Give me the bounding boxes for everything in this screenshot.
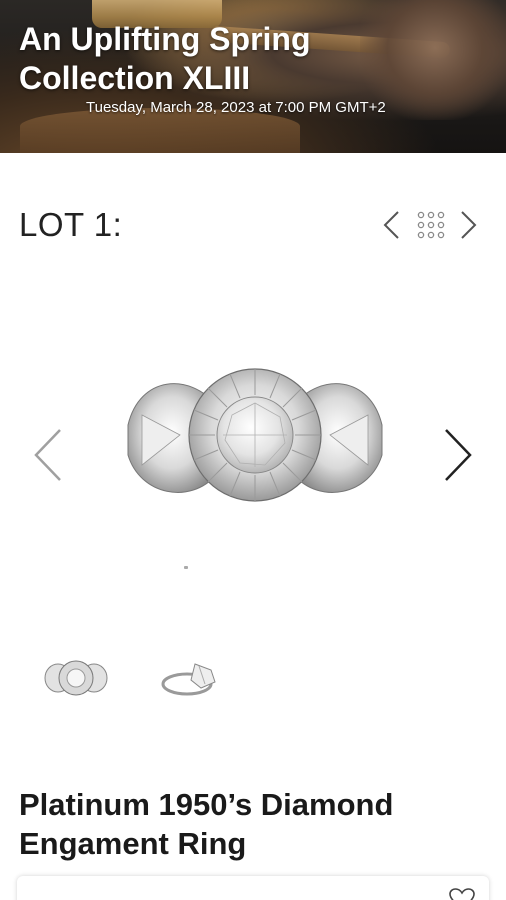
diamond-ring-image — [127, 368, 383, 502]
auction-title: An Uplifting Spring Collection XLIII — [19, 21, 311, 96]
previous-lot-button[interactable] — [380, 206, 404, 244]
previous-image-button[interactable] — [30, 425, 66, 485]
chevron-right-icon — [461, 211, 477, 239]
heart-icon — [449, 888, 475, 900]
auction-banner: An Uplifting Spring Collection XLIII Tue… — [0, 0, 506, 153]
chevron-left-icon — [34, 429, 61, 481]
thumbnail-side[interactable] — [155, 650, 235, 706]
image-indicator — [184, 566, 188, 569]
thumbnail-front[interactable] — [36, 650, 116, 706]
item-title: Platinum 1950’s Diamond Engament Ring — [19, 787, 394, 861]
lot-label: LOT 1: — [19, 206, 123, 243]
next-image-button[interactable] — [440, 425, 476, 485]
chevron-right-icon — [445, 429, 472, 481]
ring-side-thumbnail — [161, 663, 216, 696]
grid-icon — [417, 211, 445, 239]
ring-main-image[interactable] — [120, 355, 390, 525]
ring-front-thumbnail — [44, 660, 108, 696]
next-lot-button[interactable] — [458, 206, 482, 244]
auction-date: Tuesday, March 28, 2023 at 7:00 PM GMT+2 — [86, 99, 386, 116]
lots-grid-button[interactable] — [416, 206, 448, 244]
chevron-left-icon — [383, 211, 399, 239]
favorite-button[interactable] — [449, 888, 475, 900]
bid-card — [17, 876, 489, 900]
